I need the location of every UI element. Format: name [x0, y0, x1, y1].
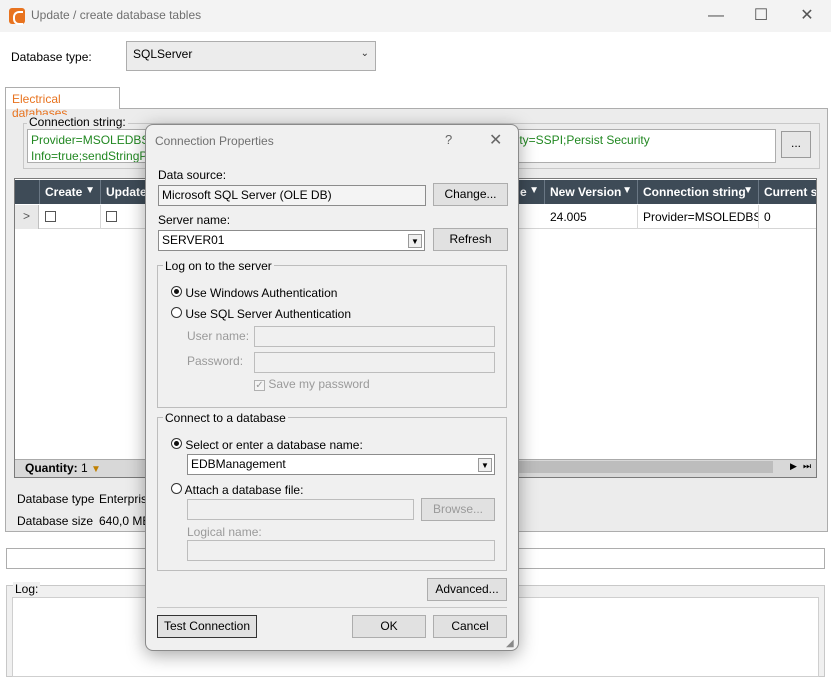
advanced-button[interactable]: Advanced...	[427, 578, 507, 601]
col-connection-string-label: Connection string	[643, 185, 746, 199]
filter-icon[interactable]: ▼	[622, 185, 632, 196]
grid-col-create[interactable]: Create ▼	[40, 180, 101, 204]
close-button[interactable]: ✕	[784, 4, 830, 28]
filter-icon[interactable]: ▼	[743, 185, 753, 196]
logical-name-label: Logical name:	[187, 525, 262, 539]
resize-grip-icon[interactable]: ◢	[506, 638, 514, 649]
save-password-option[interactable]: ✓ Save my password	[254, 377, 370, 391]
col-current-label: Current st	[764, 185, 816, 199]
chevron-down-icon[interactable]: ▼	[408, 234, 422, 248]
connect-db-group-label: Connect to a database	[163, 411, 288, 425]
filter-icon[interactable]: ▼	[85, 185, 95, 196]
connection-string-cell: Provider=MSOLEDBS	[638, 205, 759, 229]
logon-group-label: Log on to the server	[163, 259, 274, 273]
database-name-value: EDBManagement	[191, 457, 286, 471]
col-partial-label: e	[520, 185, 527, 199]
connection-line1-right: urity=SSPI;Persist Security	[506, 133, 650, 147]
ok-button[interactable]: OK	[352, 615, 426, 638]
data-source-label: Data source:	[158, 168, 227, 182]
dialog-close-button[interactable]: ✕	[489, 130, 502, 150]
sql-auth-radio[interactable]	[171, 307, 182, 318]
grid-col-connection-string[interactable]: Connection string ▼	[638, 180, 759, 204]
filter-icon[interactable]: ▼	[529, 185, 539, 196]
scroll-right-icon[interactable]: ▶	[790, 461, 797, 472]
app-icon	[9, 8, 25, 25]
attach-file-option[interactable]: Attach a database file:	[171, 483, 303, 497]
select-db-option[interactable]: Select or enter a database name:	[171, 438, 363, 452]
change-button[interactable]: Change...	[433, 183, 508, 206]
db-type-label: Database type:	[11, 50, 92, 64]
grid-col-partial[interactable]: e ▼	[515, 180, 545, 204]
scroll-end-icon[interactable]: ⏭	[803, 461, 811, 472]
dialog-title: Connection Properties	[155, 134, 274, 148]
grid-header-indicator	[15, 180, 40, 204]
chevron-down-icon[interactable]: ▼	[478, 458, 492, 472]
create-cell[interactable]	[40, 205, 101, 229]
browse-button[interactable]: Browse...	[421, 498, 495, 521]
dialog-divider	[157, 607, 507, 608]
current-cell: 0	[764, 210, 771, 224]
row-indicator: >	[15, 205, 39, 229]
database-name-combo[interactable]: EDBManagement ▼	[187, 454, 495, 475]
quantity-label: Quantity:	[25, 461, 78, 475]
user-name-field[interactable]	[254, 326, 495, 347]
log-label: Log:	[13, 582, 41, 596]
tab-electrical-databases[interactable]: Electrical databases	[5, 87, 120, 120]
attach-file-radio[interactable]	[171, 483, 182, 494]
attach-file-field[interactable]	[187, 499, 414, 520]
select-db-label: Select or enter a database name:	[185, 438, 363, 452]
password-label: Password:	[187, 354, 244, 368]
db-type-value: SQLServer	[133, 47, 193, 61]
windows-auth-radio[interactable]	[171, 286, 182, 297]
password-field[interactable]	[254, 352, 495, 373]
server-name-value: SERVER01	[162, 233, 225, 247]
logical-name-field[interactable]	[187, 540, 495, 561]
info-db-type-label: Database type	[17, 492, 95, 506]
test-connection-button[interactable]: Test Connection	[157, 615, 257, 638]
horizontal-scrollbar[interactable]	[490, 461, 773, 473]
window-title: Update / create database tables	[31, 8, 202, 22]
save-password-checkbox[interactable]: ✓	[254, 380, 265, 391]
quantity-value: 1	[81, 461, 88, 475]
connection-properties-dialog: Connection Properties ? ✕ Data source: M…	[145, 124, 519, 651]
minimize-button[interactable]: —	[693, 4, 739, 28]
col-create-label: Create	[45, 185, 83, 199]
windows-auth-option[interactable]: Use Windows Authentication	[171, 286, 337, 300]
connection-line1: Provider=MSOLEDBS	[31, 133, 150, 147]
update-checkbox[interactable]	[106, 211, 117, 222]
col-update-label: Update	[106, 185, 147, 199]
sql-auth-option[interactable]: Use SQL Server Authentication	[171, 307, 351, 321]
chevron-down-icon: ⌄	[360, 48, 369, 59]
new-version-cell: 24.005	[545, 205, 638, 229]
create-checkbox[interactable]	[45, 211, 56, 222]
server-name-label: Server name:	[158, 213, 231, 227]
save-password-label: Save my password	[268, 377, 370, 391]
connection-string-label: Connection string:	[27, 115, 128, 129]
connection-browse-button[interactable]: ...	[781, 131, 811, 158]
refresh-button[interactable]: Refresh	[433, 228, 508, 251]
grid-col-new-version[interactable]: New Version ▼	[545, 180, 638, 204]
select-db-radio[interactable]	[171, 438, 182, 449]
cancel-button[interactable]: Cancel	[433, 615, 507, 638]
user-name-label: User name:	[187, 329, 250, 343]
col-new-version-label: New Version	[550, 185, 622, 199]
info-db-type-value: Enterpris	[99, 492, 148, 506]
windows-auth-label: Use Windows Authentication	[185, 286, 338, 300]
help-button[interactable]: ?	[445, 132, 452, 147]
data-source-field: Microsoft SQL Server (OLE DB)	[158, 185, 426, 206]
maximize-button[interactable]: ☐	[738, 4, 784, 28]
quantity-summary: Quantity: 1 ▼	[25, 461, 101, 475]
server-name-combo[interactable]: SERVER01 ▼	[158, 230, 425, 251]
info-db-size-value: 640,0 ME	[99, 514, 151, 528]
grid-col-current[interactable]: Current st	[759, 180, 816, 204]
db-type-select[interactable]: SQLServer ⌄	[126, 41, 376, 71]
attach-file-label: Attach a database file:	[184, 483, 304, 497]
info-db-size-label: Database size	[17, 514, 94, 528]
filter-icon[interactable]: ▼	[91, 464, 101, 475]
sql-auth-label: Use SQL Server Authentication	[185, 307, 351, 321]
